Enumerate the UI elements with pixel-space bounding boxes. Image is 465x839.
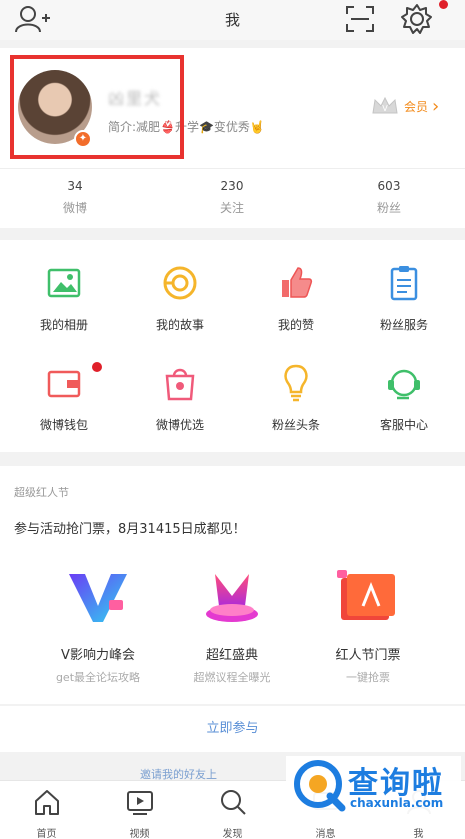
notification-dot: [92, 362, 102, 372]
tab-home[interactable]: 首页: [0, 787, 93, 839]
tab-label: 视频: [129, 829, 150, 839]
promo-card-name: 超红盛典: [205, 648, 258, 663]
shopping-bag-icon: [165, 368, 195, 401]
stat-count: 230: [220, 179, 244, 193]
stat-label: 微博: [62, 201, 87, 215]
grid-item-label: 微博钱包: [39, 418, 88, 432]
headset-icon: [388, 369, 420, 400]
grid-item-label: 我的故事: [155, 318, 204, 332]
promo-card-sub: 超燃议程全曝光: [193, 671, 271, 684]
grid-item-weibo-select[interactable]: 微博优选: [122, 340, 238, 436]
stats-bar: 34 微博 230 关注 603 粉丝: [0, 168, 465, 228]
watermark-url: chaxunla.com: [350, 796, 444, 810]
grid-item-album[interactable]: 我的相册: [6, 240, 122, 336]
promo-section: 超级红人节 参与活动抢门票，8月31415日成都见！ V影响力峰会 get最全论…: [0, 466, 465, 704]
tab-label: 我: [413, 829, 424, 839]
home-icon: [34, 790, 59, 815]
notification-dot: [439, 0, 448, 9]
grid-item-wallet[interactable]: 微博钱包: [6, 340, 122, 436]
grid-item-story[interactable]: 我的故事: [122, 240, 238, 336]
promo-card-v-summit[interactable]: V影响力峰会 get最全论坛攻略: [28, 566, 168, 685]
grid-item-label: 粉丝头条: [271, 418, 320, 432]
promo-card-tickets[interactable]: 红人节门票 一键抢票: [298, 566, 438, 685]
stat-following[interactable]: 230 关注: [182, 179, 282, 216]
promo-headline[interactable]: 参与活动抢门票，8月31415日成都见！: [14, 518, 246, 537]
photo-icon: [47, 268, 81, 298]
watermark-logo: 查询啦 chaxunla.com: [286, 756, 461, 816]
grid-item-label: 我的相册: [39, 318, 88, 332]
wallet-icon: [47, 370, 81, 398]
story-icon: [163, 266, 197, 300]
page-title: 我: [224, 11, 240, 29]
lightbulb-icon: [284, 364, 308, 402]
grid-item-label: 微博优选: [155, 418, 204, 432]
stat-weibo[interactable]: 34 微博: [25, 179, 125, 216]
tab-label: 消息: [315, 829, 336, 839]
stat-label: 粉丝: [376, 201, 401, 215]
search-icon: [220, 790, 246, 815]
v-logo-icon: [69, 574, 127, 622]
q-logo-icon: [294, 760, 346, 812]
highlight-box: [10, 55, 184, 159]
stage-trophy-icon: [206, 574, 258, 622]
grid-item-fan-headlines[interactable]: 粉丝头条: [238, 340, 354, 436]
grid-item-label: 我的赞: [277, 318, 314, 332]
top-bar: 我: [0, 0, 465, 40]
grid-item-label: 客服中心: [379, 418, 428, 432]
promo-tag: 超级红人节: [14, 486, 69, 499]
tab-label: 首页: [36, 829, 57, 839]
stat-count: 34: [67, 179, 83, 193]
grid-item-likes[interactable]: 我的赞: [238, 240, 354, 336]
stat-count: 603: [377, 179, 401, 193]
grid-item-customer-service[interactable]: 客服中心: [346, 340, 462, 436]
tab-label: 发现: [222, 829, 243, 839]
settings-gear-icon[interactable]: [400, 2, 434, 36]
grid-item-label: 粉丝服务: [379, 318, 428, 332]
vip-label: 会员: [404, 99, 429, 114]
thumbs-up-icon: [282, 267, 313, 298]
stat-label: 关注: [219, 201, 244, 215]
join-now-button[interactable]: 立即参与: [0, 706, 465, 752]
promo-card-sub: 一键抢票: [346, 671, 390, 684]
tab-video[interactable]: 视频: [93, 787, 186, 839]
promo-card-gala[interactable]: 超红盛典 超燃议程全曝光: [162, 566, 302, 685]
svg-text:V: V: [382, 104, 388, 113]
promo-card-name: 红人节门票: [335, 648, 401, 663]
function-grid: 我的相册 我的故事 我的赞 粉丝服务 微博钱包 微博优选 粉丝头条 客服中心: [0, 240, 465, 452]
chevron-right-icon: ›: [432, 95, 440, 117]
clipboard-icon: [390, 266, 418, 301]
scan-icon[interactable]: [345, 5, 375, 33]
ticket-icon: [337, 570, 395, 620]
crown-icon: V: [372, 96, 398, 114]
grid-item-fan-service[interactable]: 粉丝服务: [346, 240, 462, 336]
promo-card-sub: get最全论坛攻略: [55, 671, 141, 684]
promo-card-name: V影响力峰会: [61, 648, 135, 663]
video-icon: [126, 791, 153, 815]
vip-member-link[interactable]: V 会员 ›: [370, 95, 439, 117]
stat-followers[interactable]: 603 粉丝: [339, 179, 439, 216]
tab-discover[interactable]: 发现: [186, 787, 279, 839]
